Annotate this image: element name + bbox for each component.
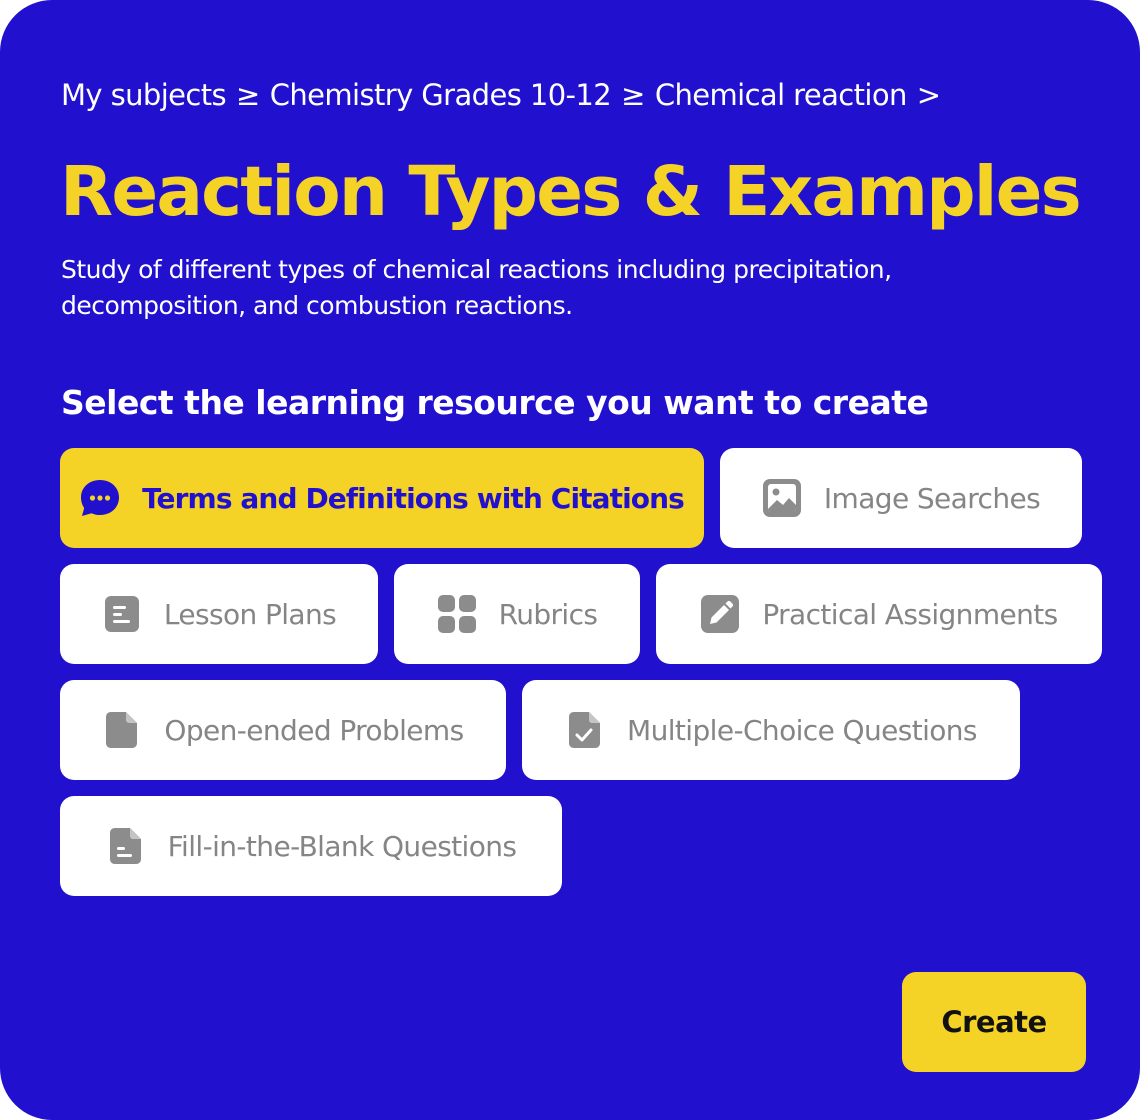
chat-bubble-icon	[80, 478, 120, 518]
option-label: Lesson Plans	[163, 597, 337, 631]
option-multiple-choice-questions[interactable]: Multiple-Choice Questions	[522, 680, 1020, 780]
option-open-ended-problems[interactable]: Open-ended Problems	[60, 680, 506, 780]
breadcrumb: My subjects ≥ Chemistry Grades 10-12 ≥ Chemi…	[61, 78, 950, 112]
document-lines-icon	[102, 594, 142, 634]
option-fill-in-the-blank-questions[interactable]: Fill-in-the-Blank Questions	[60, 796, 562, 896]
option-rubrics[interactable]: Rubrics	[394, 564, 640, 664]
resource-creator-card: My subjects ≥ Chemistry Grades 10-12 ≥ Chemi…	[0, 0, 1140, 1120]
resource-prompt: Select the learning resource you want to…	[61, 383, 929, 422]
file-check-icon	[565, 710, 605, 750]
option-label: Terms and Definitions with Citations	[142, 481, 685, 515]
page-description: Study of different types of chemical rea…	[61, 255, 892, 320]
file-lines-icon	[106, 826, 146, 866]
option-label: Image Searches	[823, 481, 1041, 515]
breadcrumb-item-chemical-reaction[interactable]: Chemical reaction	[655, 78, 908, 112]
page-title: Reaction Types & Examples	[60, 152, 1082, 232]
option-image-searches[interactable]: Image Searches	[720, 448, 1082, 548]
option-label: Fill-in-the-Blank Questions	[167, 829, 517, 863]
file-icon	[102, 710, 142, 750]
breadcrumb-separator: ≥	[621, 78, 645, 112]
breadcrumb-separator: ≥	[236, 78, 260, 112]
option-label: Rubrics	[498, 597, 598, 631]
option-practical-assignments[interactable]: Practical Assignments	[656, 564, 1102, 664]
option-lesson-plans[interactable]: Lesson Plans	[60, 564, 378, 664]
breadcrumb-trailing-chevron: >	[916, 78, 941, 112]
option-terms-and-definitions[interactable]: Terms and Definitions with Citations	[60, 448, 704, 548]
image-icon	[762, 478, 802, 518]
pencil-icon	[700, 594, 740, 634]
grid-icon	[437, 594, 477, 634]
breadcrumb-item-subjects[interactable]: My subjects	[61, 78, 227, 112]
option-label: Multiple-Choice Questions	[627, 713, 977, 747]
breadcrumb-item-chemistry[interactable]: Chemistry Grades 10-12	[270, 78, 612, 112]
option-label: Practical Assignments	[762, 597, 1058, 631]
create-button[interactable]: Create	[902, 972, 1086, 1072]
option-label: Open-ended Problems	[164, 713, 464, 747]
